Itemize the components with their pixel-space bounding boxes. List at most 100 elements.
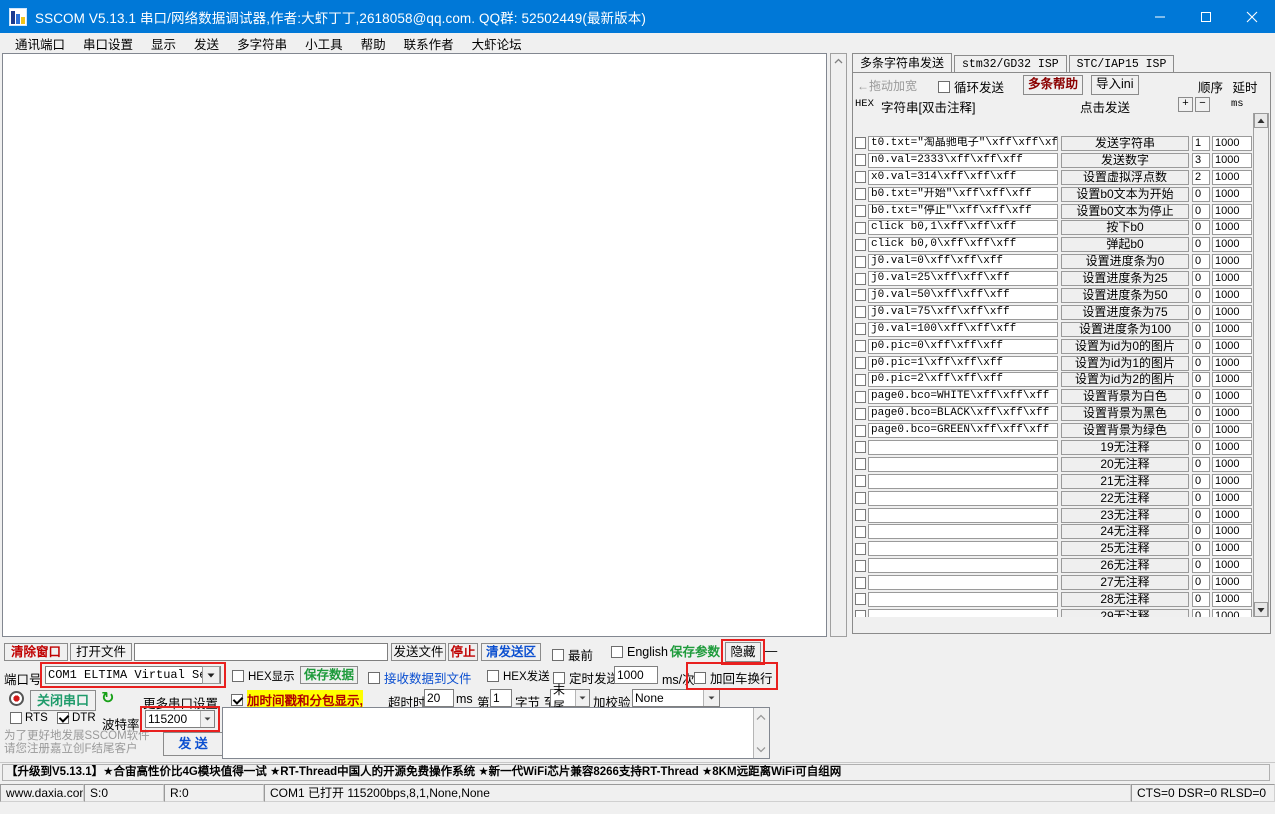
ad-banner[interactable]: 【升级到V5.13.1】★合宙高性价比4G模块值得一试 ★RT-Thread中国… bbox=[2, 764, 1270, 781]
send-scrollbar[interactable] bbox=[753, 708, 769, 758]
open-file-button[interactable]: 打开文件 bbox=[70, 643, 132, 661]
menu-item-display[interactable]: 显示 bbox=[142, 32, 185, 55]
row-delay-input[interactable]: 1000 bbox=[1212, 187, 1252, 202]
row-sequence-input[interactable]: 0 bbox=[1192, 271, 1210, 286]
hex-display-checkbox[interactable] bbox=[232, 670, 244, 682]
row-hex-checkbox[interactable] bbox=[855, 475, 866, 487]
row-hex-checkbox[interactable] bbox=[855, 492, 866, 504]
row-send-button[interactable]: 设置进度条为75 bbox=[1061, 305, 1189, 320]
receive-textarea[interactable] bbox=[2, 53, 827, 637]
row-delay-input[interactable]: 1000 bbox=[1212, 170, 1252, 185]
checksum-select[interactable]: None bbox=[632, 689, 720, 707]
row-string-input[interactable] bbox=[868, 558, 1058, 573]
row-string-input[interactable]: p0.pic=0\xff\xff\xff bbox=[868, 339, 1058, 354]
send-button[interactable]: 发 送 bbox=[163, 732, 223, 756]
row-string-input[interactable]: click b0,0\xff\xff\xff bbox=[868, 237, 1058, 252]
row-sequence-input[interactable]: 0 bbox=[1192, 288, 1210, 303]
row-string-input[interactable]: j0.val=25\xff\xff\xff bbox=[868, 271, 1058, 286]
file-path-input[interactable] bbox=[134, 643, 388, 661]
row-sequence-input[interactable]: 0 bbox=[1192, 389, 1210, 404]
row-send-button[interactable]: 29无注释 bbox=[1061, 609, 1189, 617]
row-delay-input[interactable]: 1000 bbox=[1212, 339, 1252, 354]
row-delay-input[interactable]: 1000 bbox=[1212, 575, 1252, 590]
send-scroll-down-icon[interactable] bbox=[756, 742, 766, 756]
row-string-input[interactable]: page0.bco=GREEN\xff\xff\xff bbox=[868, 423, 1058, 438]
row-delay-input[interactable]: 1000 bbox=[1212, 457, 1252, 472]
row-delay-input[interactable]: 1000 bbox=[1212, 406, 1252, 421]
row-send-button[interactable]: 设置背景为黑色 bbox=[1061, 406, 1189, 421]
row-string-input[interactable]: b0.txt="停止"\xff\xff\xff bbox=[868, 204, 1058, 219]
row-hex-checkbox[interactable] bbox=[855, 458, 866, 470]
row-send-button[interactable]: 28无注释 bbox=[1061, 592, 1189, 607]
row-sequence-input[interactable]: 0 bbox=[1192, 541, 1210, 556]
scroll-up-icon[interactable] bbox=[831, 54, 846, 69]
row-hex-checkbox[interactable] bbox=[855, 441, 866, 453]
row-hex-checkbox[interactable] bbox=[855, 289, 866, 301]
row-sequence-input[interactable]: 0 bbox=[1192, 524, 1210, 539]
row-string-input[interactable] bbox=[868, 491, 1058, 506]
row-send-button[interactable]: 设置进度条为50 bbox=[1061, 288, 1189, 303]
row-hex-checkbox[interactable] bbox=[855, 425, 866, 437]
row-sequence-input[interactable]: 0 bbox=[1192, 237, 1210, 252]
send-scroll-up-icon[interactable] bbox=[756, 710, 766, 724]
topmost-control[interactable]: 最前 bbox=[552, 645, 593, 664]
row-string-input[interactable]: b0.txt="开始"\xff\xff\xff bbox=[868, 187, 1058, 202]
row-send-button[interactable]: 设置进度条为0 bbox=[1061, 254, 1189, 269]
add-row-button[interactable]: + bbox=[1178, 97, 1193, 112]
status-website[interactable]: www.daxia.com bbox=[0, 784, 84, 802]
hex-display-control[interactable]: HEX显示 bbox=[232, 668, 295, 684]
row-hex-checkbox[interactable] bbox=[855, 526, 866, 538]
row-hex-checkbox[interactable] bbox=[855, 593, 866, 605]
row-sequence-input[interactable]: 0 bbox=[1192, 609, 1210, 617]
row-hex-checkbox[interactable] bbox=[855, 374, 866, 386]
row-string-input[interactable]: x0.val=314\xff\xff\xff bbox=[868, 170, 1058, 185]
row-hex-checkbox[interactable] bbox=[855, 205, 866, 217]
rts-control[interactable]: RTS bbox=[10, 712, 48, 724]
row-send-button[interactable]: 22无注释 bbox=[1061, 491, 1189, 506]
row-delay-input[interactable]: 1000 bbox=[1212, 423, 1252, 438]
row-send-button[interactable]: 设置进度条为100 bbox=[1061, 322, 1189, 337]
row-send-button[interactable]: 设置背景为绿色 bbox=[1061, 423, 1189, 438]
drag-widen-hint[interactable]: ←拖动加宽 bbox=[857, 77, 917, 94]
row-sequence-input[interactable]: 0 bbox=[1192, 474, 1210, 489]
row-sequence-input[interactable]: 0 bbox=[1192, 305, 1210, 320]
topmost-checkbox[interactable] bbox=[552, 649, 564, 661]
multi-string-scrollbar[interactable] bbox=[1253, 113, 1269, 617]
menu-item-tools[interactable]: 小工具 bbox=[296, 32, 352, 55]
row-send-button[interactable]: 25无注释 bbox=[1061, 541, 1189, 556]
row-delay-input[interactable]: 1000 bbox=[1212, 271, 1252, 286]
row-string-input[interactable]: j0.val=0\xff\xff\xff bbox=[868, 254, 1058, 269]
menu-item-send[interactable]: 发送 bbox=[185, 32, 228, 55]
minimize-button[interactable] bbox=[1137, 0, 1183, 33]
row-string-input[interactable]: page0.bco=BLACK\xff\xff\xff bbox=[868, 406, 1058, 421]
row-delay-input[interactable]: 1000 bbox=[1212, 322, 1252, 337]
tab-stc-isp[interactable]: STC/IAP15 ISP bbox=[1069, 55, 1175, 73]
row-sequence-input[interactable]: 0 bbox=[1192, 356, 1210, 371]
checksum-chevron-down-icon[interactable] bbox=[703, 690, 719, 706]
row-send-button[interactable]: 设置为id为0的图片 bbox=[1061, 339, 1189, 354]
row-hex-checkbox[interactable] bbox=[855, 509, 866, 521]
dtr-control[interactable]: DTR bbox=[57, 712, 96, 724]
import-ini-button[interactable]: 导入ini bbox=[1091, 75, 1139, 95]
row-sequence-input[interactable]: 0 bbox=[1192, 491, 1210, 506]
chevron-down-icon[interactable] bbox=[202, 666, 220, 684]
row-sequence-input[interactable]: 2 bbox=[1192, 170, 1210, 185]
row-hex-checkbox[interactable] bbox=[855, 154, 866, 166]
row-hex-checkbox[interactable] bbox=[855, 560, 866, 572]
row-delay-input[interactable]: 1000 bbox=[1212, 592, 1252, 607]
cycle-send-checkbox[interactable] bbox=[938, 81, 950, 93]
row-string-input[interactable]: j0.val=50\xff\xff\xff bbox=[868, 288, 1058, 303]
row-send-button[interactable]: 设置b0文本为停止 bbox=[1061, 204, 1189, 219]
row-hex-checkbox[interactable] bbox=[855, 408, 866, 420]
row-string-input[interactable] bbox=[868, 592, 1058, 607]
row-delay-input[interactable]: 1000 bbox=[1212, 153, 1252, 168]
row-hex-checkbox[interactable] bbox=[855, 306, 866, 318]
row-delay-input[interactable]: 1000 bbox=[1212, 491, 1252, 506]
collapse-button[interactable]: — bbox=[762, 643, 780, 661]
row-string-input[interactable]: t0.txt="淘晶驰电子"\xff\xff\xff bbox=[868, 136, 1058, 151]
byte-end-chevron-down-icon[interactable] bbox=[575, 690, 589, 706]
row-delay-input[interactable]: 1000 bbox=[1212, 288, 1252, 303]
row-hex-checkbox[interactable] bbox=[855, 171, 866, 183]
row-string-input[interactable]: j0.val=100\xff\xff\xff bbox=[868, 322, 1058, 337]
crlf-checkbox[interactable] bbox=[694, 672, 706, 684]
